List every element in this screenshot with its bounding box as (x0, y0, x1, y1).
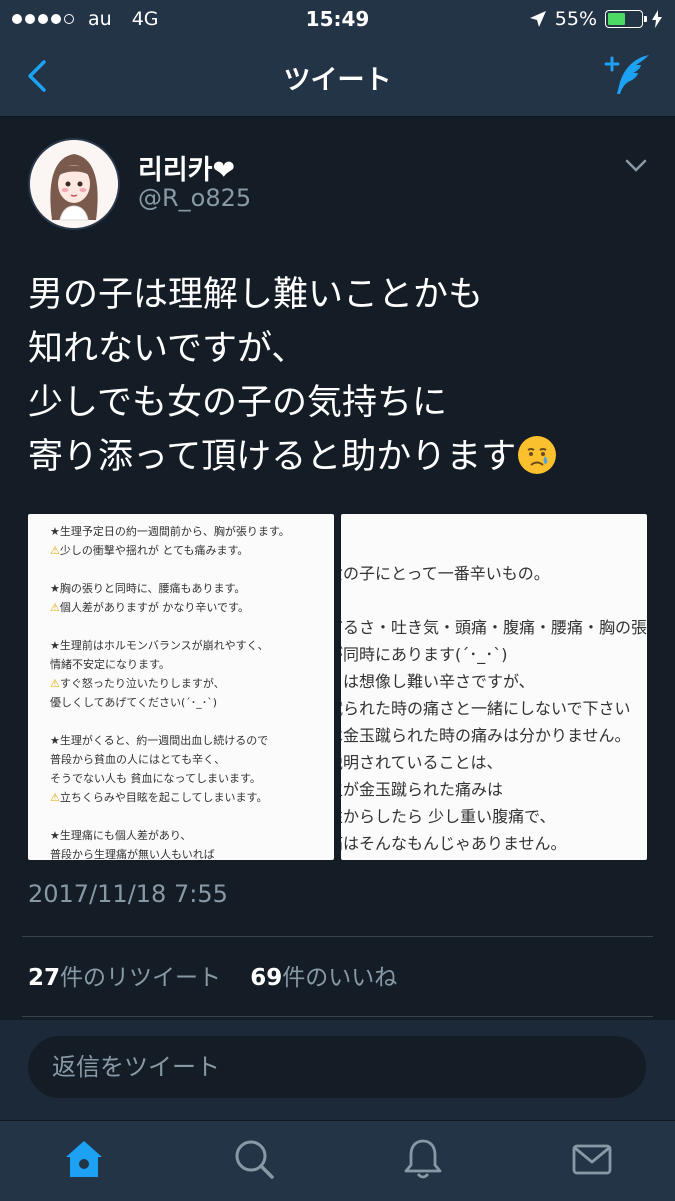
likes-label: 件のいいね (282, 965, 398, 991)
navigation-bar: ツイート (0, 38, 675, 117)
image-text-line (50, 712, 290, 731)
user-handle[interactable]: @R_o825 (138, 184, 251, 212)
image-text-line: 女の子にとって一番辛いもの。 (341, 564, 550, 583)
divider (22, 936, 653, 937)
image-text-line: 生が金玉蹴られた痛みは (341, 780, 504, 799)
image-text-line: 説明されていることは、 (341, 753, 503, 772)
battery-level (608, 13, 625, 25)
image-text-line: 情緒不安定になります。 (50, 658, 170, 671)
charging-bolt-icon (652, 10, 662, 28)
image-text-line: ⚠立ちくらみや目眩を起こしてしまいます。 (50, 791, 268, 804)
image-text-line: ★生理予定日の約一週間前から、胸が張ります。 (50, 525, 290, 538)
likes-link[interactable]: 69件のいいね (250, 965, 397, 991)
image-text-line: ★生理痛にも個人差があり、 (50, 829, 192, 842)
image-text-line: 性からしたら 少し重い腹痛で、 (341, 807, 556, 826)
image-text-line: 優しくしてあげてください(´･_･`) (50, 696, 218, 709)
tweet-text-line: 少しでも女の子の気持ちに (28, 383, 447, 423)
crying-face-icon (518, 436, 557, 474)
warning-icon: ⚠ (50, 791, 60, 804)
image-text-line: そうでない人も 貧血になってしまいます。 (50, 772, 261, 785)
status-right: 55% (529, 8, 663, 30)
image-text-line: ⚠少しの衝撃や揺れが とても痛みます。 (50, 544, 249, 557)
chevron-down-icon[interactable] (625, 158, 647, 174)
image-text-line: とは想像し難い辛さですが、 (341, 672, 535, 691)
notifications-bell-icon[interactable] (401, 1137, 445, 1181)
warning-icon: ⚠ (50, 544, 60, 557)
image-text-line: ⚠個人差がありますが かなり辛いです。 (50, 601, 249, 614)
tweet-image-1[interactable]: ★生理予定日の約一週間前から、胸が張ります。 ⚠少しの衝撃や揺れが とても痛みます… (28, 514, 334, 860)
tweet-stats: 27件のリツイート 69件のいいね (28, 958, 397, 992)
tweet-timestamp: 2017/11/18 7:55 (28, 880, 228, 908)
avatar[interactable] (28, 138, 120, 230)
display-name[interactable]: 리리카❤ (138, 148, 235, 187)
retweets-label: 件のリツイート (60, 965, 222, 991)
tweet-text-line: 男の子は理解し難いことかも (28, 275, 484, 315)
compose-tweet-icon[interactable] (603, 52, 653, 98)
tweet-text-line: 知れないですが、 (28, 329, 307, 369)
image-text-line: 痛はそんなもんじゃありません。 (341, 834, 567, 853)
tweet-text: 男の子は理解し難いことかも 知れないですが、 少しでも女の子の気持ちに 寄り添っ… (28, 268, 658, 484)
tweet-image-2[interactable]: 女の子にとって一番辛いもの。だるさ・吐き気・頭痛・腹痛・腰痛・胸の張 が同時にあり… (341, 514, 647, 860)
image-text-line: が同時にあります(´･_･`) (341, 645, 508, 664)
likes-count: 69 (250, 965, 283, 991)
tweet-text-line-content: 寄り添って頂けると助かります (28, 437, 517, 477)
home-icon[interactable] (62, 1137, 106, 1181)
battery-icon (605, 10, 647, 28)
image-2-text: 女の子にとって一番辛いもの。だるさ・吐き気・頭痛・腹痛・腰痛・胸の張 が同時にあり… (341, 560, 647, 857)
image-text-line: は金玉蹴られた時の痛みは分かりません。 (341, 726, 631, 745)
warning-icon: ⚠ (50, 677, 60, 690)
retweets-count: 27 (28, 965, 61, 991)
battery-percent: 55% (554, 8, 597, 30)
location-arrow-icon (529, 11, 546, 27)
image-text-line: ★生理がくると、約一週間出血し続けるので (50, 734, 269, 747)
image-text-line: ⚠すぐ怒ったり泣いたりしますが、 (50, 677, 225, 690)
image-1-text: ★生理予定日の約一週間前から、胸が張ります。 ⚠少しの衝撃や揺れが とても痛みます… (50, 522, 290, 860)
image-text-line: だるさ・吐き気・頭痛・腹痛・腰痛・胸の張 (341, 618, 647, 637)
tab-bar (0, 1120, 675, 1201)
image-text-line (50, 560, 290, 579)
image-text-line (50, 617, 290, 636)
image-text-line: 普段から生理痛が無い人もいれば (50, 848, 215, 860)
image-text-line (50, 807, 290, 826)
image-text-line: 普段から貧血の人にはとても辛く、 (50, 753, 226, 766)
image-text-line (341, 587, 647, 614)
search-icon[interactable] (232, 1137, 276, 1181)
image-text-line: ★胸の張りと同時に、腰痛もあります。 (50, 582, 246, 595)
page-title: ツイート (283, 65, 392, 96)
retweets-link[interactable]: 27件のリツイート (28, 965, 221, 991)
image-text-line: ★生理前はホルモンバランスが崩れやすく、 (50, 639, 269, 652)
status-bar: au 4G 15:49 55% (0, 0, 675, 38)
tweet-text-line: 寄り添って頂けると助かります (28, 430, 658, 484)
warning-icon: ⚠ (50, 601, 60, 614)
divider (22, 1016, 653, 1017)
messages-envelope-icon[interactable] (570, 1137, 614, 1181)
image-text-line: 蹴られた時の痛さと一緒にしないで下さい (341, 699, 631, 718)
reply-input[interactable]: 返信をツイート (28, 1036, 646, 1098)
avatar-illustration (30, 140, 118, 228)
